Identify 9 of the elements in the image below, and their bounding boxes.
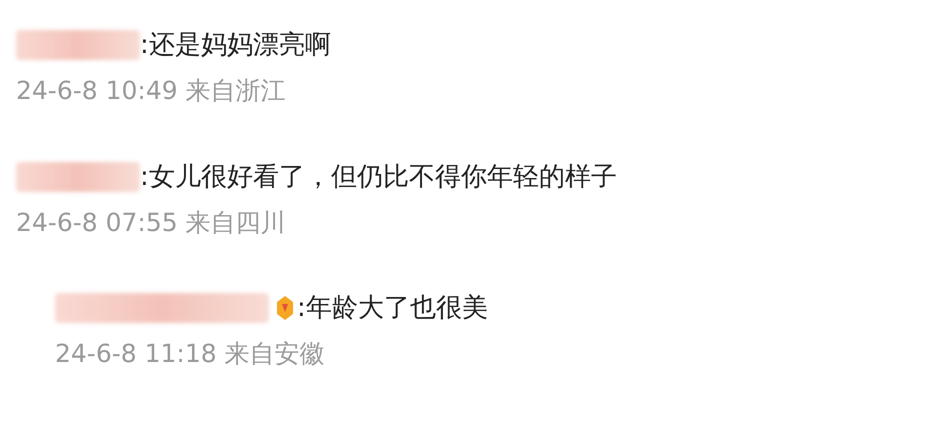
comment-text: :女儿很好看了，但仍比不得你年轻的样子 [140, 164, 617, 190]
comment-time: 24-6-8 07:55 [16, 206, 178, 238]
comment-location: 来自浙江 [186, 75, 286, 107]
comment-location: 来自安徽 [224, 338, 325, 370]
comment-text: :年龄大了也很美 [297, 295, 488, 321]
comment-time: 24-6-8 10:49 [16, 75, 178, 107]
comment-location: 来自四川 [186, 206, 286, 238]
comment-text: :还是妈妈漂亮啊 [140, 32, 331, 58]
comment-time: 24-6-8 11:18 [55, 338, 217, 370]
